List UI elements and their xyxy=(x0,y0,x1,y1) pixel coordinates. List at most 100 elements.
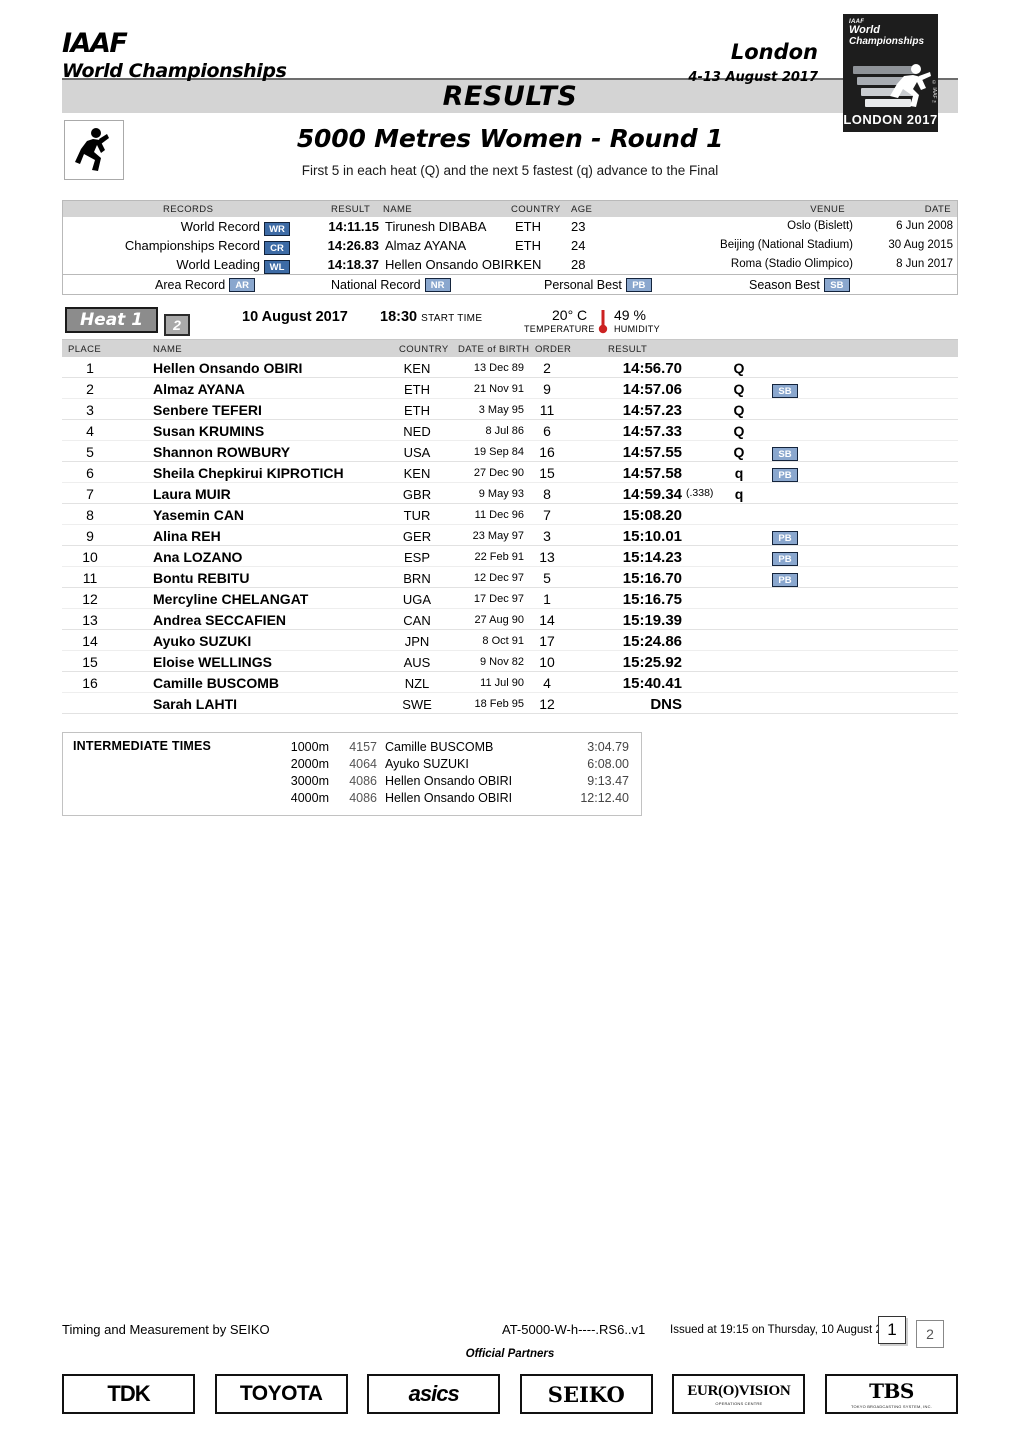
cell-badge-wrapper: PB xyxy=(772,529,798,547)
record-venue: Oslo (Bislett) xyxy=(787,220,853,232)
legend-label: Personal Best xyxy=(544,277,622,292)
official-partners-label: Official Partners xyxy=(465,1348,555,1360)
record-athlete-name: Hellen Onsando OBIRI xyxy=(385,257,518,272)
world-championships-title: World Championships xyxy=(62,60,287,82)
cell-date-of-birth: 22 Feb 91 xyxy=(474,551,524,563)
cell-order: 17 xyxy=(539,633,555,649)
cell-date-of-birth: 8 Oct 91 xyxy=(482,635,524,647)
cell-date-of-birth: 21 Nov 91 xyxy=(473,383,524,395)
table-row: 8 Yasemin CAN TUR 11 Dec 96 7 15:08.20 xyxy=(62,504,958,525)
cell-athlete-name: Andrea SECCAFIEN xyxy=(153,612,287,628)
legend-area-record: Area Record AR xyxy=(155,277,256,292)
cell-order: 14 xyxy=(539,612,555,628)
cell-order: 8 xyxy=(543,486,551,502)
record-age: 23 xyxy=(571,219,586,234)
page-current[interactable]: 1 xyxy=(878,1316,906,1344)
cell-order: 6 xyxy=(543,423,551,439)
cell-country: JPN xyxy=(404,634,430,649)
cell-date-of-birth: 13 Dec 89 xyxy=(473,362,524,374)
legend-badge: AR xyxy=(229,277,256,292)
page-other[interactable]: 2 xyxy=(916,1320,944,1348)
cell-order: 5 xyxy=(543,570,551,586)
record-badge: WR xyxy=(264,221,290,236)
logo-trademark: © IAAF ™ xyxy=(931,80,937,106)
legend-badge: NR xyxy=(424,277,451,292)
cell-qualification: Q xyxy=(733,402,745,418)
cell-order: 15 xyxy=(539,465,555,481)
cell-country: KEN xyxy=(403,466,431,481)
col-place: PLACE xyxy=(68,344,102,355)
record-date: 30 Aug 2015 xyxy=(888,239,953,251)
cell-date-of-birth: 19 Sep 84 xyxy=(473,446,524,458)
cell-result: 15:10.01 xyxy=(622,528,682,545)
cell-result: 15:25.92 xyxy=(622,654,682,671)
intermediate-bib: 4086 xyxy=(349,774,377,788)
cell-order: 1 xyxy=(543,591,551,607)
cell-date-of-birth: 12 Dec 97 xyxy=(473,572,524,584)
sponsor-name: TOYOTA xyxy=(239,1382,323,1405)
event-discipline-icon-box xyxy=(64,120,124,180)
record-row: Championships Record CR 14:26.83 Almaz A… xyxy=(63,236,957,255)
col-result: RESULT xyxy=(608,344,648,355)
cell-result: 14:57.33 xyxy=(622,423,682,440)
cell-order: 12 xyxy=(539,696,555,712)
col-country: COUNTRY xyxy=(399,344,449,355)
table-row: 7 Laura MUIR GBR 9 May 93 8 14:59.34 (.338) q xyxy=(62,483,958,504)
footer-info-line: Timing and Measurement by SEIKO AT-5000-… xyxy=(62,1316,958,1348)
cell-order: 11 xyxy=(539,402,555,418)
intermediate-distance: 4000m xyxy=(290,791,329,805)
record-badge: PB xyxy=(772,572,798,587)
humidity-label: HUMIDITY xyxy=(614,324,660,334)
table-row: 6 Sheila Chepkirui KIPROTICH KEN 27 Dec 90 1… xyxy=(62,462,958,483)
cell-result: 15:40.41 xyxy=(622,675,682,692)
intermediate-row: 4000m 4086 Hellen Onsando OBIRI 12:12.40 xyxy=(63,790,641,807)
cell-athlete-name: Ayuko SUZUKI xyxy=(153,633,252,649)
cell-result: 15:08.20 xyxy=(622,507,682,524)
cell-athlete-name: Laura MUIR xyxy=(153,486,231,502)
cell-badge-wrapper: PB xyxy=(772,466,798,484)
heat-label: Heat 1 xyxy=(65,307,158,333)
page-footer: Timing and Measurement by SEIKO AT-5000-… xyxy=(0,1316,1020,1442)
cell-date-of-birth: 11 Dec 96 xyxy=(474,509,524,521)
intermediate-athlete-name: Ayuko SUZUKI xyxy=(385,757,469,771)
record-athlete-name: Tirunesh DIBABA xyxy=(385,219,487,234)
cell-athlete-name: Mercyline CHELANGAT xyxy=(153,591,309,607)
cell-athlete-name: Shannon ROWBURY xyxy=(153,444,291,460)
sponsor-name: TBS xyxy=(869,1379,914,1403)
cell-order: 16 xyxy=(539,444,555,460)
cell-athlete-name: Alina REH xyxy=(153,528,221,544)
cell-order: 13 xyxy=(539,549,555,565)
intermediate-time: 3:04.79 xyxy=(587,740,629,754)
records-col-date: DATE xyxy=(924,204,951,215)
cell-order: 4 xyxy=(543,675,551,691)
table-row: 5 Shannon ROWBURY USA 19 Sep 84 16 14:57.55 Q S… xyxy=(62,441,958,462)
cell-badge-wrapper: SB xyxy=(772,382,798,400)
cell-result: 14:57.23 xyxy=(622,402,682,419)
record-badge: SB xyxy=(772,383,798,398)
table-row: 15 Eloise WELLINGS AUS 9 Nov 82 10 15:25.92 xyxy=(62,651,958,672)
record-label: World Leading xyxy=(176,257,260,272)
heat-info-bar: Heat 1 2 10 August 2017 18:30 START TIME… xyxy=(62,305,958,339)
cell-result: 14:56.70 xyxy=(622,360,682,377)
record-country: KEN xyxy=(514,257,542,272)
legend-label: Area Record xyxy=(155,277,226,292)
table-row: 13 Andrea SECCAFIEN CAN 27 Aug 90 14 15:19.39 xyxy=(62,609,958,630)
table-row: 16 Camille BUSCOMB NZL 11 Jul 90 4 15:40.41 xyxy=(62,672,958,693)
record-badge-wrapper: WL xyxy=(264,258,290,274)
results-banner-label: RESULTS xyxy=(442,81,578,112)
cell-athlete-name: Senbere TEFERI xyxy=(153,402,262,418)
intermediate-row: 2000m 4064 Ayuko SUZUKI 6:08.00 xyxy=(63,756,641,773)
timing-credit: Timing and Measurement by SEIKO xyxy=(62,1322,270,1337)
record-badge-wrapper: WR xyxy=(264,220,290,236)
intermediate-athlete-name: Hellen Onsando OBIRI xyxy=(385,791,513,805)
cell-date-of-birth: 18 Feb 95 xyxy=(474,698,524,710)
cell-place: 1 xyxy=(86,360,94,376)
cell-qualification: Q xyxy=(733,381,745,397)
table-row: 9 Alina REH GER 23 May 97 3 15:10.01 PB xyxy=(62,525,958,546)
intermediate-athlete-name: Hellen Onsando OBIRI xyxy=(385,774,513,788)
cell-country: UGA xyxy=(402,592,432,607)
cell-order: 9 xyxy=(543,381,551,397)
record-result: 14:18.37 xyxy=(327,257,379,272)
table-row: 12 Mercyline CHELANGAT UGA 17 Dec 97 1 15:16.… xyxy=(62,588,958,609)
legend-badge: PB xyxy=(625,277,652,292)
